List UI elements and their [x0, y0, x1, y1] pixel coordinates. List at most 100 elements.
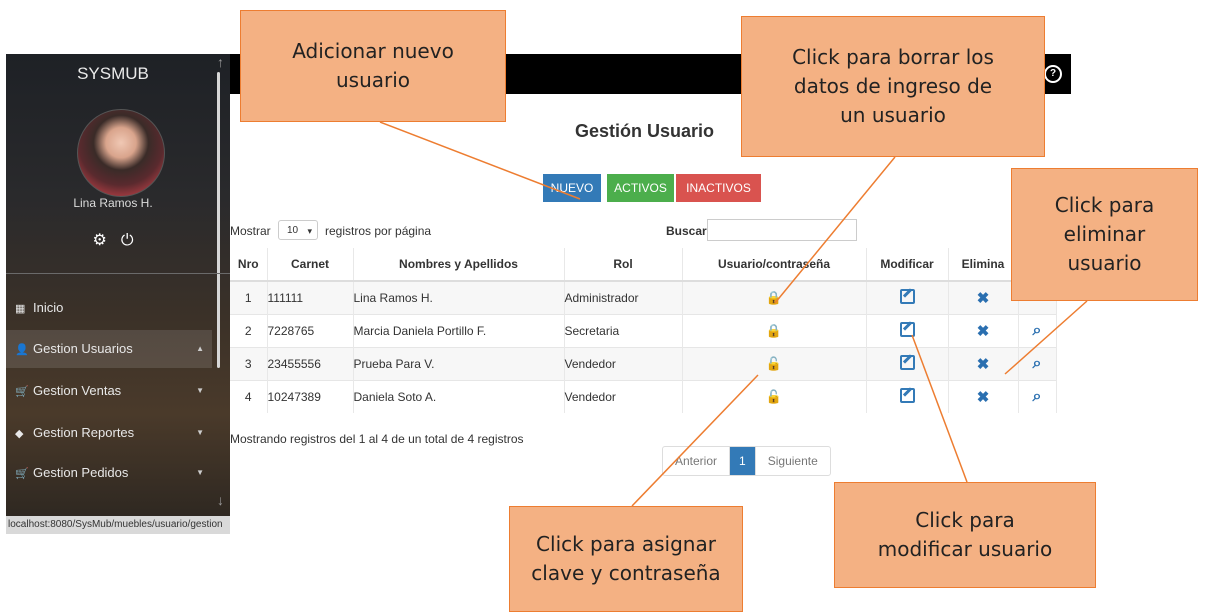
cell-nro: 1	[230, 280, 268, 315]
delete-icon[interactable]: ✖	[977, 389, 990, 406]
lock-icon[interactable]: 🔒	[766, 290, 782, 305]
user-actions: ⚙ ⏻	[6, 230, 220, 250]
callout-line: clave y contraseña	[531, 561, 721, 585]
sidebar-item-gestion-reportes[interactable]: ◆ Gestion Reportes ▼	[6, 414, 212, 452]
callout-line: modificar usuario	[877, 537, 1053, 561]
length-suffix: registros por página	[325, 224, 432, 238]
callout-asignar-clave: Click para asignar clave y contraseña	[509, 506, 743, 612]
next-page-button[interactable]: Siguiente	[756, 447, 830, 475]
cell-delete: ✖	[948, 280, 1019, 315]
callout-line: Click para asignar	[536, 532, 716, 556]
nuevo-button[interactable]: NUEVO	[543, 174, 601, 202]
sidebar-item-label: Gestion Ventas	[33, 383, 122, 398]
delete-icon[interactable]: ✖	[977, 356, 990, 373]
callout-borrar-datos: Click para borrar los datos de ingreso de…	[741, 16, 1045, 157]
header-nro[interactable]: Nro	[230, 248, 268, 282]
cell-name: Daniela Soto A.	[353, 380, 565, 413]
delete-icon[interactable]: ✖	[977, 290, 990, 307]
search-label: Buscar:	[666, 224, 711, 238]
header-carnet[interactable]: Carnet	[267, 248, 354, 282]
header-rol[interactable]: Rol	[564, 248, 683, 282]
callout-line: Click para borrar los	[792, 45, 994, 69]
help-icon[interactable]: ?	[1044, 65, 1062, 83]
sidebar-item-gestion-ventas[interactable]: 🛒 Gestion Ventas ▼	[6, 372, 212, 410]
prev-page-button[interactable]: Anterior	[663, 447, 731, 475]
cell-credentials: 🔒	[682, 280, 867, 315]
users-table: Nro Carnet Nombres y Apellidos Rol Usuar…	[230, 248, 1057, 413]
cell-modify	[866, 347, 949, 381]
edit-icon[interactable]	[899, 322, 915, 337]
edit-icon[interactable]	[899, 388, 915, 403]
cell-carnet: 111111	[267, 280, 354, 315]
box-icon: ◆	[15, 428, 24, 440]
cart-icon: 🛒	[15, 386, 29, 398]
search-icon[interactable]: ⌕	[1033, 388, 1042, 405]
cell-delete: ✖	[948, 314, 1019, 348]
activos-button[interactable]: ACTIVOS	[607, 174, 674, 202]
table-row: 4 10247389 Daniela Soto A. Vendedor 🔓 ✖ …	[230, 380, 1057, 413]
cell-credentials: 🔒	[682, 314, 867, 348]
edit-icon[interactable]	[899, 355, 915, 370]
cell-rol: Administrador	[564, 280, 683, 315]
edit-icon[interactable]	[899, 289, 915, 304]
scroll-up-icon[interactable]: ↑	[217, 54, 224, 70]
cell-carnet: 10247389	[267, 380, 354, 413]
caret-up-icon: ▲	[196, 344, 204, 353]
sidebar-item-label: Gestion Usuarios	[33, 341, 133, 356]
cell-view: ⌕	[1018, 347, 1057, 381]
cell-view: ⌕	[1018, 380, 1057, 413]
callout-modificar-usuario: Click para modificar usuario	[834, 482, 1096, 588]
callout-line: Adicionar nuevo	[292, 39, 454, 63]
cell-name: Prueba Para V.	[353, 347, 565, 381]
callout-line: usuario	[335, 68, 411, 92]
cell-nro: 3	[230, 347, 268, 381]
lock-icon[interactable]: 🔒	[766, 323, 782, 338]
search-icon[interactable]: ⌕	[1033, 322, 1042, 339]
cell-delete: ✖	[948, 380, 1019, 413]
table-row: 1 111111 Lina Ramos H. Administrador 🔒 ✖	[230, 280, 1057, 315]
cell-rol: Vendedor	[564, 347, 683, 381]
sidebar-item-gestion-usuarios[interactable]: 👤 Gestion Usuarios ▲	[6, 330, 212, 368]
power-icon[interactable]: ⏻	[121, 232, 134, 249]
cell-modify	[866, 380, 949, 413]
gear-icon[interactable]: ⚙	[93, 232, 107, 249]
unlock-icon[interactable]: 🔓	[766, 389, 782, 404]
unlock-icon[interactable]: 🔓	[766, 356, 782, 371]
cell-modify	[866, 314, 949, 348]
sidebar-item-inicio[interactable]: ▦ Inicio	[6, 289, 212, 327]
callout-line: Click para	[915, 508, 1015, 532]
delete-icon[interactable]: ✖	[977, 323, 990, 340]
table-info: Mostrando registros del 1 al 4 de un tot…	[230, 432, 524, 446]
cell-name: Marcia Daniela Portillo F.	[353, 314, 565, 348]
cell-credentials: 🔓	[682, 380, 867, 413]
sidebar-scrollbar[interactable]	[217, 72, 220, 368]
current-page-button[interactable]: 1	[730, 447, 756, 475]
inactivos-button[interactable]: INACTIVOS	[676, 174, 761, 202]
header-elimina[interactable]: Elimina	[948, 248, 1019, 282]
scroll-down-icon[interactable]: ↓	[217, 492, 224, 508]
cell-carnet: 23455556	[267, 347, 354, 381]
sidebar-item-label: Gestion Reportes	[33, 425, 135, 440]
cell-delete: ✖	[948, 347, 1019, 381]
callout-adicionar-usuario: Adicionar nuevo usuario	[240, 10, 506, 122]
header-usuario-contrasena[interactable]: Usuario/contraseña	[682, 248, 867, 282]
table-header-row: Nro Carnet Nombres y Apellidos Rol Usuar…	[230, 248, 1057, 282]
search-icon[interactable]: ⌕	[1033, 355, 1042, 372]
cell-rol: Secretaria	[564, 314, 683, 348]
cart-icon: 🛒	[15, 468, 29, 480]
search-input[interactable]	[707, 219, 857, 241]
sidebar-item-gestion-pedidos[interactable]: 🛒 Gestion Pedidos ▼	[6, 454, 212, 492]
caret-down-icon: ▼	[196, 386, 204, 395]
header-nombres[interactable]: Nombres y Apellidos	[353, 248, 565, 282]
page-length-select[interactable]: 10	[278, 220, 318, 241]
cell-carnet: 7228765	[267, 314, 354, 348]
callout-line: eliminar	[1063, 222, 1146, 246]
avatar	[77, 109, 165, 197]
user-name: Lina Ramos H.	[73, 196, 153, 210]
caret-down-icon: ▼	[196, 428, 204, 437]
sidebar-divider	[6, 273, 230, 274]
caret-down-icon: ▼	[196, 468, 204, 477]
header-modificar[interactable]: Modificar	[866, 248, 949, 282]
pagination: Anterior 1 Siguiente	[662, 446, 831, 476]
cell-nro: 2	[230, 314, 268, 348]
